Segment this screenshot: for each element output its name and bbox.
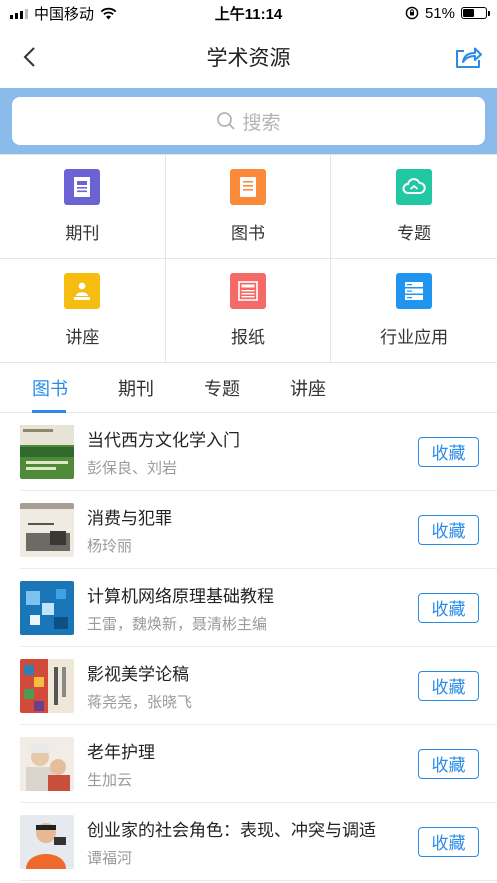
list-item[interactable]: 消费与犯罪 杨玲丽 收藏 <box>20 491 497 569</box>
book-author: 杨玲丽 <box>87 537 133 555</box>
battery-percent: 51% <box>424 4 455 22</box>
share-button[interactable] <box>453 42 483 72</box>
category-label: 专题 <box>397 224 432 243</box>
search-area: 搜索 <box>0 88 497 154</box>
book-title: 老年护理 <box>87 742 155 762</box>
list-item[interactable]: 当代西方文化学入门 彭保良、刘岩 收藏 <box>20 413 497 491</box>
book-author: 生加云 <box>87 771 133 789</box>
cloud-icon <box>396 169 433 205</box>
back-button[interactable] <box>14 42 44 72</box>
orientation-lock-icon <box>405 6 419 20</box>
book-info: 消费与犯罪 杨玲丽 <box>87 504 418 556</box>
book-cover <box>20 814 74 869</box>
book-cover <box>20 424 74 479</box>
newspaper-icon <box>229 273 266 309</box>
book-title: 创业家的社会角色：表现、冲突与调适 <box>87 820 376 840</box>
category-topic[interactable]: 专题 <box>331 155 497 259</box>
tab-topics[interactable]: 专题 <box>204 363 290 413</box>
tab-journals[interactable]: 期刊 <box>118 363 204 413</box>
category-grid: 期刊 图书 专题 讲座 报纸 行业应用 <box>0 154 497 363</box>
book-title: 计算机网络原理基础教程 <box>87 586 274 606</box>
book-cover <box>20 736 74 791</box>
category-book[interactable]: 图书 <box>165 155 332 259</box>
favorite-button[interactable]: 收藏 <box>418 514 479 545</box>
status-left: 中国移动 <box>10 3 170 24</box>
signal-icon <box>10 8 28 19</box>
lecture-icon <box>64 273 101 309</box>
nav-bar: 学术资源 <box>0 26 497 88</box>
clock: 上午11:14 <box>214 5 283 23</box>
favorite-button[interactable]: 收藏 <box>418 436 479 467</box>
wifi-icon <box>100 7 117 19</box>
book-cover <box>20 580 74 635</box>
book-icon <box>229 169 266 205</box>
book-author: 彭保良、刘岩 <box>87 459 178 477</box>
book-info: 影视美学论稿 蒋尧尧，张晓飞 <box>87 660 418 712</box>
category-newspaper[interactable]: 报纸 <box>165 259 332 363</box>
book-info: 当代西方文化学入门 彭保良、刘岩 <box>87 426 418 478</box>
category-label: 报纸 <box>230 328 265 347</box>
book-author: 王雷，魏焕新，聂清彬主编 <box>87 615 268 633</box>
favorite-button[interactable]: 收藏 <box>418 670 479 701</box>
journal-icon <box>64 169 101 205</box>
tab-books[interactable]: 图书 <box>32 363 118 413</box>
category-label: 图书 <box>230 224 265 243</box>
category-journal[interactable]: 期刊 <box>0 155 166 259</box>
list-item[interactable]: 老年护理 生加云 收藏 <box>20 725 497 803</box>
book-cover <box>20 658 74 713</box>
tab-lectures[interactable]: 讲座 <box>290 363 376 413</box>
book-info: 创业家的社会角色：表现、冲突与调适 谭福河 <box>87 816 418 868</box>
tab-bar: 图书 期刊 专题 讲座 <box>0 363 497 413</box>
favorite-button[interactable]: 收藏 <box>418 826 479 857</box>
status-right: 51% <box>327 4 490 22</box>
book-author: 蒋尧尧，张晓飞 <box>87 693 193 711</box>
battery-icon <box>460 7 490 19</box>
page-title: 学术资源 <box>206 47 291 70</box>
book-title: 当代西方文化学入门 <box>87 430 240 450</box>
search-placeholder: 搜索 <box>242 112 281 134</box>
list-item[interactable]: 创业家的社会角色：表现、冲突与调适 谭福河 收藏 <box>20 803 497 881</box>
book-author: 谭福河 <box>87 849 133 867</box>
category-label: 行业应用 <box>380 328 449 347</box>
category-label: 讲座 <box>65 328 100 347</box>
favorite-button[interactable]: 收藏 <box>418 592 479 623</box>
book-info: 老年护理 生加云 <box>87 738 418 790</box>
carrier-label: 中国移动 <box>34 5 95 23</box>
book-cover <box>20 502 74 557</box>
search-input[interactable]: 搜索 <box>12 97 485 145</box>
favorite-button[interactable]: 收藏 <box>418 748 479 779</box>
status-bar: 中国移动 上午11:14 51% <box>0 0 497 26</box>
search-icon <box>217 112 236 130</box>
server-icon <box>396 273 433 309</box>
book-title: 影视美学论稿 <box>87 664 189 684</box>
list-item[interactable]: 计算机网络原理基础教程 王雷，魏焕新，聂清彬主编 收藏 <box>20 569 497 647</box>
list-item[interactable]: 影视美学论稿 蒋尧尧，张晓飞 收藏 <box>20 647 497 725</box>
book-title: 消费与犯罪 <box>87 508 172 528</box>
category-label: 期刊 <box>65 224 100 243</box>
book-info: 计算机网络原理基础教程 王雷，魏焕新，聂清彬主编 <box>87 582 418 634</box>
category-industry[interactable]: 行业应用 <box>331 259 497 363</box>
book-list: 当代西方文化学入门 彭保良、刘岩 收藏 消费与犯罪 杨玲丽 收藏 计算机网络原理… <box>0 413 497 881</box>
category-lecture[interactable]: 讲座 <box>0 259 166 363</box>
chevron-left-icon <box>23 47 35 67</box>
share-icon <box>456 47 482 68</box>
